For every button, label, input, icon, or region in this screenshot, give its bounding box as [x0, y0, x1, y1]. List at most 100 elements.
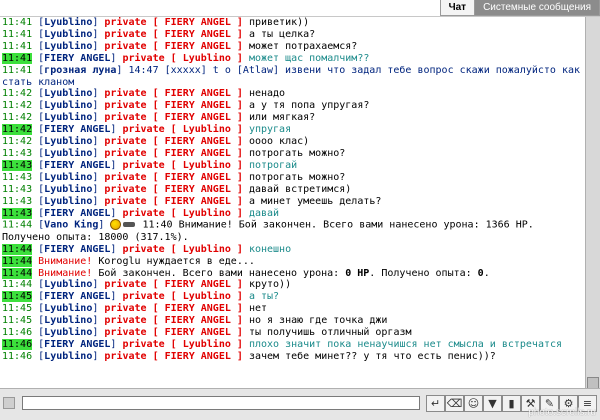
bracket: ] — [92, 279, 99, 291]
bottle-icon: ▮ — [508, 397, 515, 410]
bracket: ] — [92, 28, 99, 40]
sender-nick[interactable]: FIERY ANGEL — [44, 244, 110, 255]
target-nick[interactable]: FIERY ANGEL — [165, 148, 231, 159]
private-label: private — [104, 171, 147, 183]
sender-nick[interactable]: FIERY ANGEL — [44, 160, 110, 171]
private-label: private — [104, 112, 147, 124]
sender-nick[interactable]: Lyublino — [44, 100, 92, 111]
target-nick[interactable]: FIERY ANGEL — [165, 327, 231, 338]
target-nick[interactable]: Lyublino — [183, 291, 231, 302]
sender-nick[interactable]: FIERY ANGEL — [44, 124, 110, 135]
bracket: [ — [152, 147, 165, 159]
timestamp: 11:42 — [2, 124, 33, 136]
private-label: private — [104, 100, 147, 112]
bracket: ] — [92, 17, 99, 28]
chat-line: 11:42 [Lyublino] private [ FIERY ANGEL ]… — [2, 88, 587, 100]
timestamp: 11:43 — [2, 147, 33, 159]
sender-nick[interactable]: Lyublino — [44, 279, 92, 290]
chat-line: 11:44 [FIERY ANGEL] private [ Lyublino ]… — [2, 243, 587, 256]
bracket: [ — [170, 159, 183, 171]
sender-nick[interactable]: FIERY ANGEL — [44, 291, 110, 302]
target-nick[interactable]: FIERY ANGEL — [165, 196, 231, 207]
target-nick[interactable]: Lyublino — [183, 53, 231, 64]
sender-nick[interactable]: Lyublino — [44, 148, 92, 159]
sender-nick[interactable]: Lyublino — [44, 172, 92, 183]
bracket: ] — [230, 159, 243, 171]
sender-nick[interactable]: Lyublino — [44, 136, 92, 147]
bracket: [ — [152, 136, 165, 148]
chat-line: 11:41 [Lyublino] private [ FIERY ANGEL ]… — [2, 41, 587, 53]
bracket: ] — [230, 171, 243, 183]
bracket: ] — [230, 183, 243, 195]
chat-line: 11:43 [FIERY ANGEL] private [ Lyublino ]… — [2, 159, 587, 172]
bracket: ] — [92, 40, 99, 52]
chat-line: 11:43 [Lyublino] private [ FIERY ANGEL ]… — [2, 184, 587, 196]
private-label: private — [104, 315, 147, 327]
target-nick[interactable]: FIERY ANGEL — [165, 303, 231, 314]
private-label: private — [104, 88, 147, 100]
chat-line: 11:42 [Lyublino] private [ FIERY ANGEL ]… — [2, 100, 587, 112]
target-nick[interactable]: FIERY ANGEL — [165, 315, 231, 326]
bracket: [ — [170, 207, 183, 219]
bracket: ] — [230, 28, 243, 40]
sender-nick[interactable]: Lyublino — [44, 17, 92, 28]
target-nick[interactable]: FIERY ANGEL — [165, 41, 231, 52]
target-nick[interactable]: FIERY ANGEL — [165, 279, 231, 290]
message-text: оооо клас) — [248, 136, 310, 148]
sender-nick[interactable]: FIERY ANGEL — [44, 339, 110, 350]
sender-nick[interactable]: грозная луна — [44, 65, 116, 76]
target-nick[interactable]: FIERY ANGEL — [165, 29, 231, 40]
message-text: Koroglu нуждается в еде... — [98, 255, 255, 267]
private-label: private — [122, 159, 165, 171]
timestamp: 11:43 — [2, 207, 33, 219]
target-nick[interactable]: FIERY ANGEL — [165, 172, 231, 183]
damage-value: 0 HP — [345, 267, 370, 279]
sender-nick[interactable]: Lyublino — [44, 327, 92, 338]
chat-line: 11:41 [грозная луна] 14:47 [xxxxx] t o [… — [2, 65, 587, 89]
sender-nick[interactable]: Vano King — [44, 220, 98, 231]
target-nick[interactable]: FIERY ANGEL — [165, 184, 231, 195]
smiles-button[interactable]: ☺ — [464, 395, 483, 412]
target-nick[interactable]: Lyublino — [183, 208, 231, 219]
target-nick[interactable]: Lyublino — [183, 124, 231, 135]
send-button[interactable]: ↵ — [426, 395, 445, 412]
sender-nick[interactable]: FIERY ANGEL — [44, 53, 110, 64]
channel-selector[interactable] — [3, 397, 15, 409]
target-nick[interactable]: Lyublino — [183, 160, 231, 171]
private-label: private — [104, 350, 147, 362]
send-icon: ↵ — [430, 397, 441, 410]
target-nick[interactable]: FIERY ANGEL — [165, 88, 231, 99]
target-nick[interactable]: FIERY ANGEL — [165, 17, 231, 28]
sender-nick[interactable]: Lyublino — [44, 88, 92, 99]
chat-scrollbar[interactable] — [585, 17, 600, 389]
sender-nick[interactable]: Lyublino — [44, 112, 92, 123]
tab-system-messages[interactable]: Системные сообщения — [474, 0, 600, 16]
target-nick[interactable]: FIERY ANGEL — [165, 100, 231, 111]
sender-nick[interactable]: FIERY ANGEL — [44, 208, 110, 219]
filter-button[interactable]: ▼ — [483, 395, 502, 412]
message-text: . — [483, 267, 490, 279]
sender-nick[interactable]: Lyublino — [44, 315, 92, 326]
target-nick[interactable]: FIERY ANGEL — [165, 136, 231, 147]
target-nick[interactable]: FIERY ANGEL — [165, 112, 231, 123]
target-nick[interactable]: Lyublino — [183, 244, 231, 255]
sender-nick[interactable]: Lyublino — [44, 184, 92, 195]
sender-nick[interactable]: Lyublino — [44, 29, 92, 40]
timestamp: 11:46 — [2, 327, 33, 339]
target-nick[interactable]: FIERY ANGEL — [165, 351, 231, 362]
sender-nick[interactable]: Lyublino — [44, 351, 92, 362]
timestamp: 11:43 — [2, 183, 33, 195]
message-text: давай встретимся) — [248, 183, 352, 195]
sender-nick[interactable]: Lyublino — [44, 196, 92, 207]
sender-nick[interactable]: Lyublino — [44, 303, 92, 314]
sender-nick[interactable]: Lyublino — [44, 41, 92, 52]
chat-input[interactable] — [22, 396, 420, 410]
private-label: private — [104, 136, 147, 148]
erase-button[interactable]: ⌫ — [445, 395, 464, 412]
message-text: ты получишь отличный оргазм — [248, 327, 412, 339]
tab-chat[interactable]: Чат — [439, 0, 475, 16]
target-nick[interactable]: Lyublino — [183, 339, 231, 350]
bottle-button[interactable]: ▮ — [502, 395, 521, 412]
bracket: ] — [92, 195, 99, 207]
chat-tabs: Чат Системные сообщения — [439, 0, 600, 16]
